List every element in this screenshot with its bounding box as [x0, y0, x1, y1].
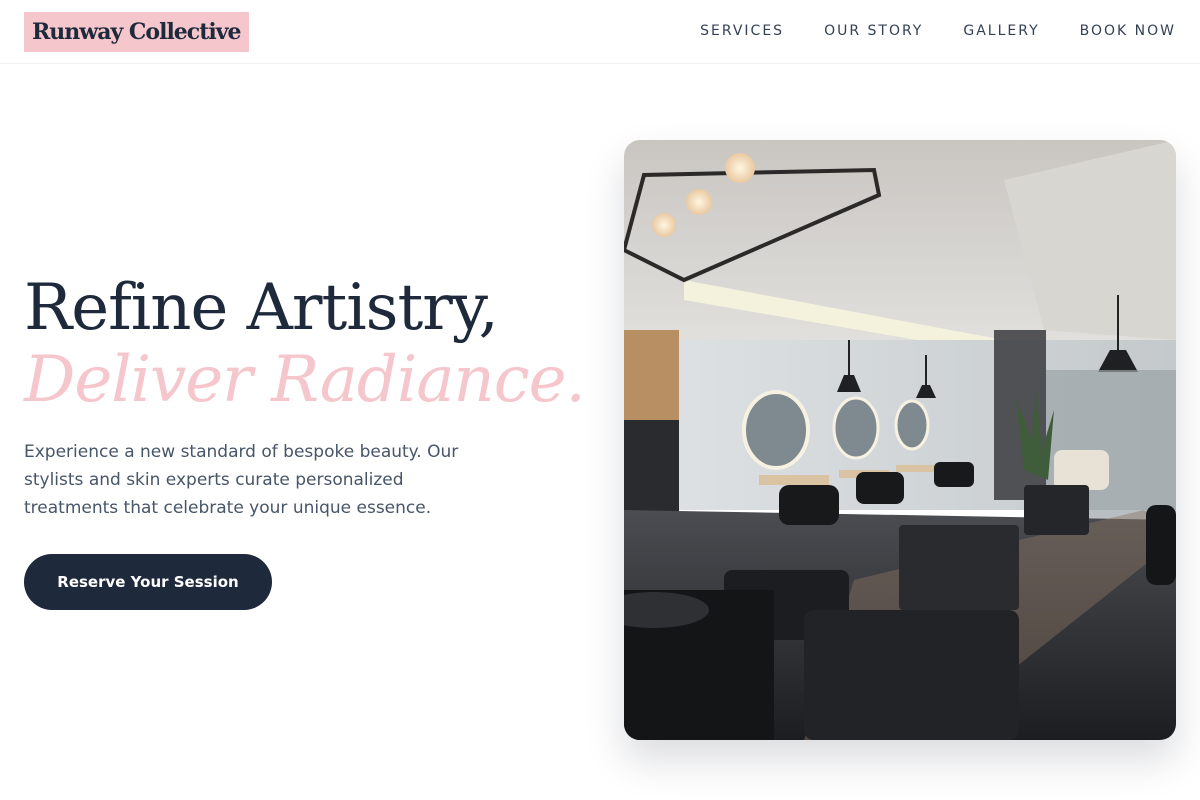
brand-logo[interactable]: Runway Collective	[24, 12, 249, 52]
headline-line-2: Deliver Radiance.	[24, 343, 586, 417]
reserve-session-button[interactable]: Reserve Your Session	[24, 554, 272, 610]
nav-item-our-story[interactable]: OUR STORY	[824, 23, 923, 39]
site-header: Runway Collective SERVICES OUR STORY GAL…	[0, 0, 1200, 64]
hero-headline: Refine Artistry, Deliver Radiance.	[24, 271, 586, 417]
hero-description: Experience a new standard of bespoke bea…	[24, 442, 459, 518]
nav-item-book-now[interactable]: BOOK NOW	[1080, 23, 1176, 39]
nav-item-services[interactable]: SERVICES	[700, 23, 784, 39]
nav-item-gallery[interactable]: GALLERY	[963, 23, 1039, 39]
headline-line-1: Refine Artistry,	[24, 271, 499, 345]
salon-interior-photo	[624, 140, 1176, 740]
main-nav: SERVICES OUR STORY GALLERY BOOK NOW	[700, 0, 1176, 62]
